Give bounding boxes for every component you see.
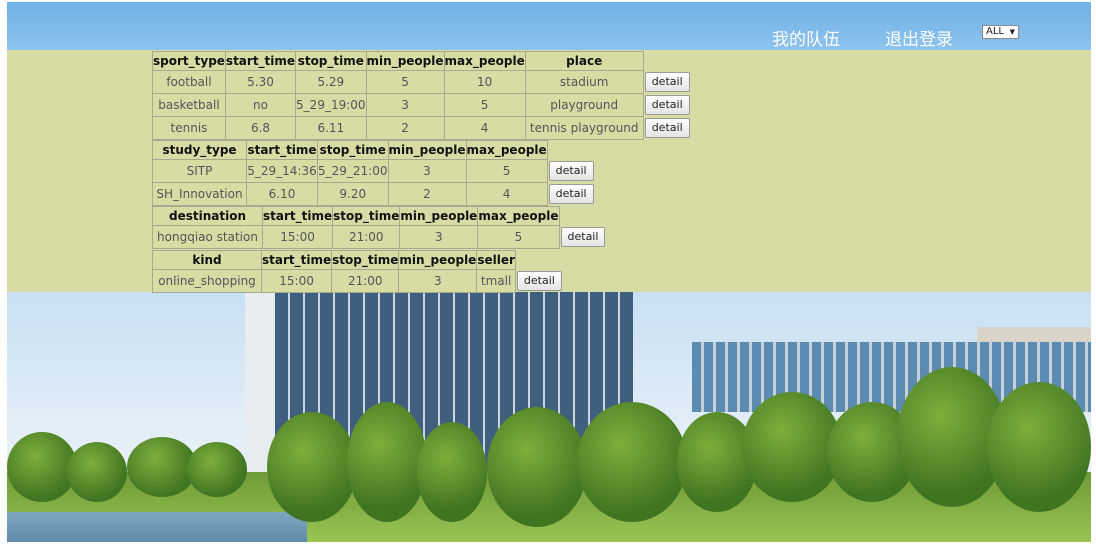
column-header: stop_time bbox=[295, 51, 367, 71]
action-cell: detail bbox=[643, 94, 693, 117]
action-cell: detail bbox=[559, 226, 609, 249]
table-cell: 3 bbox=[398, 269, 478, 293]
trip-table: destination start_time stop_time min_peo… bbox=[152, 206, 610, 249]
table-cell: hongqiao station bbox=[152, 225, 263, 249]
column-header: stop_time bbox=[331, 250, 400, 270]
table-row: SITP 5_29_14:36 5_29_21:00 3 5 detail bbox=[152, 159, 598, 183]
sports-table: sport_type start_time stop_time min_peop… bbox=[152, 51, 694, 140]
table-cell: 5 bbox=[443, 93, 526, 117]
table-cell: 15:00 bbox=[260, 269, 333, 293]
detail-button[interactable]: detail bbox=[644, 95, 690, 115]
column-header: min_people bbox=[365, 51, 445, 71]
detail-button[interactable]: detail bbox=[516, 271, 562, 291]
column-header: place bbox=[524, 51, 644, 71]
table-cell: basketball bbox=[152, 93, 226, 117]
table-cell: 5_29_19:00 bbox=[295, 93, 367, 117]
detail-button[interactable]: detail bbox=[548, 161, 594, 181]
table-cell: 21:00 bbox=[332, 225, 401, 249]
table-cell: online_shopping bbox=[152, 269, 262, 293]
table-cell: 5 bbox=[465, 159, 548, 183]
table-cell: 4 bbox=[443, 116, 526, 140]
detail-button[interactable]: detail bbox=[560, 227, 606, 247]
detail-button[interactable]: detail bbox=[644, 72, 690, 92]
column-header: min_people bbox=[398, 250, 478, 270]
empty-header bbox=[515, 251, 565, 270]
table-cell: football bbox=[152, 70, 226, 94]
table-cell: no bbox=[224, 93, 297, 117]
table-cell: 6.8 bbox=[224, 116, 297, 140]
table-cell: 6.10 bbox=[246, 182, 318, 206]
table-cell: 10 bbox=[443, 70, 526, 94]
column-header: max_people bbox=[443, 51, 526, 71]
table-cell: playground bbox=[524, 93, 644, 117]
column-header: stop_time bbox=[317, 140, 389, 160]
table-cell: 2 bbox=[387, 182, 467, 206]
table-cell: 15:00 bbox=[261, 225, 334, 249]
column-header: seller bbox=[476, 250, 516, 270]
table-cell: 5_29_21:00 bbox=[317, 159, 389, 183]
table-row: online_shopping 15:00 21:00 3 tmall deta… bbox=[152, 269, 566, 293]
page: 我的队伍 退出登录 ALL ▼ sport_type start_time st… bbox=[0, 0, 1096, 544]
column-header: max_people bbox=[477, 206, 560, 226]
column-header: max_people bbox=[465, 140, 548, 160]
category-filter-value: ALL bbox=[986, 26, 1004, 37]
table-row: SH_Innovation 6.10 9.20 2 4 detail bbox=[152, 182, 598, 206]
column-header: start_time bbox=[224, 51, 297, 71]
table-cell: 5.29 bbox=[295, 70, 367, 94]
table-cell: 5_29_14:36 bbox=[246, 159, 318, 183]
table-cell: 21:00 bbox=[331, 269, 400, 293]
logout-link[interactable]: 退出登录 bbox=[885, 25, 953, 50]
column-header: kind bbox=[152, 250, 262, 270]
category-filter-select[interactable]: ALL ▼ bbox=[982, 25, 1019, 39]
table-cell: stadium bbox=[524, 70, 644, 94]
table-cell: 3 bbox=[365, 93, 445, 117]
table-cell: SH_Innovation bbox=[152, 182, 247, 206]
action-cell: detail bbox=[643, 117, 693, 140]
table-row: football 5.30 5.29 5 10 stadium detail bbox=[152, 70, 694, 94]
action-cell: detail bbox=[547, 183, 597, 206]
action-cell: detail bbox=[515, 270, 565, 293]
column-header: start_time bbox=[260, 250, 333, 270]
column-header: start_time bbox=[246, 140, 318, 160]
table-cell: SITP bbox=[152, 159, 247, 183]
study-table: study_type start_time stop_time min_peop… bbox=[152, 140, 598, 206]
empty-header bbox=[547, 141, 597, 160]
table-cell: 5.30 bbox=[224, 70, 297, 94]
empty-header bbox=[643, 52, 693, 71]
table-row: hongqiao station 15:00 21:00 3 5 detail bbox=[152, 225, 610, 249]
table-row: tennis 6.8 6.11 2 4 tennis playground de… bbox=[152, 116, 694, 140]
table-cell: 5 bbox=[365, 70, 445, 94]
column-header: stop_time bbox=[332, 206, 401, 226]
column-header: sport_type bbox=[152, 51, 226, 71]
table-cell: tennis playground bbox=[524, 116, 644, 140]
detail-button[interactable]: detail bbox=[644, 118, 690, 138]
table-cell: tmall bbox=[476, 269, 516, 293]
table-cell: 9.20 bbox=[317, 182, 389, 206]
column-header: study_type bbox=[152, 140, 247, 160]
column-header: min_people bbox=[387, 140, 467, 160]
detail-button[interactable]: detail bbox=[548, 184, 594, 204]
action-cell: detail bbox=[643, 71, 693, 94]
column-header: destination bbox=[152, 206, 263, 226]
table-cell: 3 bbox=[399, 225, 479, 249]
table-cell: 2 bbox=[365, 116, 445, 140]
table-row: basketball no 5_29_19:00 3 5 playground … bbox=[152, 93, 694, 117]
shopping-table: kind start_time stop_time min_people sel… bbox=[152, 250, 566, 293]
action-cell: detail bbox=[547, 160, 597, 183]
table-cell: tennis bbox=[152, 116, 226, 140]
table-cell: 4 bbox=[465, 182, 548, 206]
empty-header bbox=[559, 207, 609, 226]
table-cell: 5 bbox=[477, 225, 560, 249]
column-header: start_time bbox=[261, 206, 334, 226]
table-cell: 6.11 bbox=[295, 116, 367, 140]
chevron-down-icon: ▼ bbox=[1009, 28, 1015, 36]
table-cell: 3 bbox=[387, 159, 467, 183]
my-team-link[interactable]: 我的队伍 bbox=[772, 25, 840, 50]
campus-background-photo bbox=[7, 292, 1091, 542]
column-header: min_people bbox=[399, 206, 479, 226]
